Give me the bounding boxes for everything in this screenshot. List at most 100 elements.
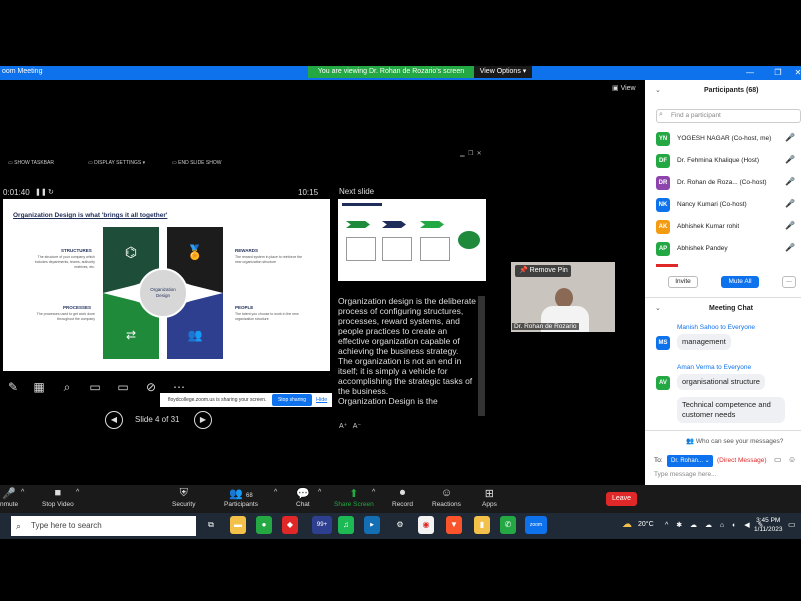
remove-pin-button[interactable]: 📌 Remove Pin (515, 265, 571, 277)
hide-banner-link[interactable]: Hide (316, 397, 327, 403)
app-icon[interactable]: ◆ (282, 516, 298, 534)
svg-text:🏅: 🏅 (186, 244, 203, 261)
settings-icon[interactable]: ⚙ (392, 516, 408, 534)
invite-button[interactable]: Invite (668, 276, 698, 288)
brave-icon[interactable]: ▼ (446, 516, 462, 534)
chat-chevron-icon[interactable]: ^ (318, 489, 321, 496)
more-options-button[interactable]: ... (782, 276, 796, 288)
audio-options-chevron-icon[interactable]: ^ (21, 489, 24, 496)
mail-icon[interactable]: 99+ (312, 516, 332, 534)
reactions-button[interactable]: ☺ Reactions (432, 487, 461, 508)
pause-icon[interactable]: ❚❚ (35, 188, 47, 196)
participant-row[interactable]: YN YOGESH NAGAR (Co-host, me) 🎤 (656, 130, 801, 148)
pointer-icon[interactable]: ▭ (86, 380, 104, 398)
mic-off-icon[interactable]: 🎤 (785, 155, 795, 164)
shield-icon: ⛨ (179, 487, 188, 499)
end-slide-show-button[interactable]: ▭ END SLIDE SHOW (172, 160, 221, 166)
mic-off-icon[interactable]: 🎤 (785, 243, 795, 252)
spotify-icon[interactable]: ♫ (338, 516, 354, 534)
chrome-icon[interactable]: ◉ (418, 516, 434, 534)
video-options-chevron-icon[interactable]: ^ (76, 489, 79, 496)
stop-sharing-button[interactable]: Stop sharing (272, 394, 312, 406)
app-icon[interactable]: ● (256, 516, 272, 534)
prime-video-icon[interactable]: ▶ (364, 516, 380, 534)
view-button[interactable]: ▣ View (612, 84, 636, 92)
pen-icon[interactable]: ✎ (4, 380, 22, 398)
next-slide-label: Next slide (339, 187, 375, 196)
meeting-toolbar (0, 485, 644, 513)
mute-all-button[interactable]: Mute All (721, 276, 759, 288)
svg-text:👥: 👥 (188, 328, 203, 342)
mic-off-icon[interactable]: 🎤 (785, 199, 795, 208)
share-chevron-icon[interactable]: ^ (372, 489, 375, 496)
file-explorer-icon[interactable]: ▬ (230, 516, 246, 534)
close-icon[interactable]: ✕ (788, 66, 801, 80)
mic-off-icon[interactable]: 🎤 (785, 177, 795, 186)
zoom-taskbar-icon[interactable]: zoom (525, 516, 547, 534)
participant-row[interactable]: NK Nancy Kumari (Co-host) 🎤 (656, 196, 801, 214)
whatsapp-icon[interactable]: ✆ (500, 516, 516, 534)
record-button[interactable]: ⏺ Record (392, 487, 413, 508)
participant-search-input[interactable]: Find a participant (656, 109, 801, 123)
task-view-icon[interactable]: ⧉ (203, 516, 219, 534)
ppt-window-controls[interactable]: ▁ ❐ ✕ (460, 150, 482, 157)
participant-row[interactable]: DF Dr. Fehmina Khalique (Host) 🎤 (656, 152, 801, 170)
temperature: 20°C (638, 521, 654, 528)
leave-button[interactable]: Leave (606, 492, 637, 506)
collapse-chevron-icon[interactable]: ⌄ (655, 86, 661, 94)
font-size-icons[interactable]: A⁺ A⁻ (339, 422, 361, 430)
security-button[interactable]: ⛨ Security (172, 487, 195, 508)
mic-off-icon[interactable]: 🎤 (785, 221, 795, 230)
participants-chevron-icon[interactable]: ^ (274, 489, 277, 496)
system-clock[interactable]: 3:45 PM 1/11/2023 (754, 516, 782, 534)
participants-button[interactable]: 👥 68 Participants (224, 487, 258, 508)
emoji-icon[interactable]: ☺ (788, 455, 796, 464)
elapsed-timer: 0:01:40 (3, 188, 30, 197)
show-taskbar-button[interactable]: ▭ SHOW TASKBAR (8, 160, 54, 166)
participant-name: YOGESH NAGAR (Co-host, me) (677, 135, 772, 142)
participant-row[interactable]: AK Abhishek Kumar rohit 🎤 (656, 218, 801, 236)
recipient-select[interactable]: Dr. Rohan... ⌄ (667, 455, 713, 467)
restore-icon[interactable]: ❐ (768, 66, 788, 80)
minimize-icon[interactable]: — (740, 66, 760, 80)
screenshot-icon[interactable]: ▭ (774, 455, 782, 464)
next-slide-button[interactable]: ▶ (194, 411, 212, 429)
power-bi-icon[interactable]: ▮ (474, 516, 490, 534)
unmute-button[interactable]: 🎤 nmute (0, 487, 18, 508)
previous-slide-button[interactable]: ◀ (105, 411, 123, 429)
video-icon: ■ (54, 487, 62, 499)
participant-row[interactable]: DR Dr. Rohan de Roza... (Co-host) 🎤 (656, 174, 801, 192)
structures-text: The structure of your company which incl… (34, 255, 95, 269)
participant-row[interactable]: AP Abhishek Pandey 🎤 (656, 240, 801, 258)
avatar: DF (656, 154, 670, 168)
chat-message: management (677, 334, 731, 350)
chat-button[interactable]: 💬 Chat (296, 487, 310, 508)
participants-icon: 👥 68 (229, 488, 253, 500)
notes-scrollbar[interactable] (478, 296, 485, 416)
system-tray-icons[interactable]: ^ ✱ ☁ ☁ ⌂ ◐ ◀ ✎ (665, 521, 766, 529)
share-screen-button[interactable]: ⬆ Share Screen (334, 487, 374, 508)
who-can-see-link[interactable]: 👥 Who can see your messages? (686, 437, 783, 445)
chat-message-input[interactable]: Type message here... (654, 471, 717, 478)
stop-video-button[interactable]: ■ Stop Video (42, 487, 74, 508)
reset-timer-icon[interactable]: ↻ (48, 188, 54, 196)
notification-icon[interactable]: ▭ (788, 520, 796, 529)
next-slide-preview[interactable] (338, 199, 486, 281)
svg-text:Organization: Organization (150, 287, 176, 292)
taskbar-search-input[interactable]: Type here to search (11, 516, 196, 536)
view-options-button[interactable]: View Options ▾ (474, 66, 532, 78)
apps-button[interactable]: ⊞ Apps (482, 487, 497, 508)
magnify-icon[interactable]: ⌕ (58, 380, 76, 398)
reactions-icon: ☺ (440, 487, 453, 499)
chat-collapse-icon[interactable]: ⌄ (655, 304, 661, 312)
screen-icon[interactable]: ▭ (114, 380, 132, 398)
divider (645, 297, 801, 298)
camera-off-icon[interactable]: ⊘ (142, 380, 160, 398)
participant-name: Dr. Fehmina Khalique (Host) (677, 157, 760, 164)
apps-icon: ⊞ (484, 488, 495, 500)
display-settings-button[interactable]: ▭ DISPLAY SETTINGS ▾ (88, 160, 145, 166)
mic-off-icon[interactable]: 🎤 (785, 133, 795, 142)
avatar: YN (656, 132, 670, 146)
chat-sender: Aman Verma to Everyone (677, 364, 752, 371)
grid-icon[interactable]: ▦ (30, 380, 48, 398)
